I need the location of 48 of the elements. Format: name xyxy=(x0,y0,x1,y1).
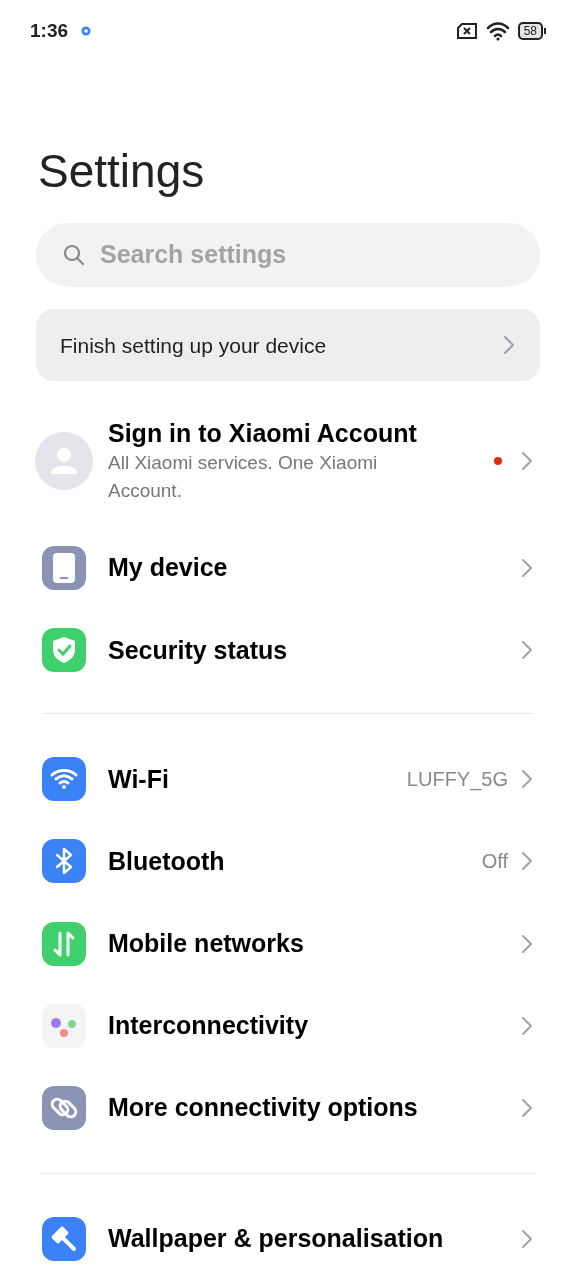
phone-icon xyxy=(42,546,86,591)
settings-item[interactable]: More connectivity options xyxy=(0,1066,576,1149)
shield-check-icon xyxy=(42,628,86,673)
wifi-icon xyxy=(42,757,86,802)
status-time: 1:36 xyxy=(30,19,69,44)
avatar-icon xyxy=(35,432,93,491)
item-label: My device xyxy=(108,552,229,584)
search-input[interactable]: Search settings xyxy=(100,236,514,274)
settings-item[interactable]: Security status xyxy=(0,609,576,692)
settings-item[interactable]: Mobile networks xyxy=(0,902,576,985)
item-label: Wi-Fi xyxy=(108,763,170,795)
data-arrows-icon xyxy=(42,921,86,966)
sim-icon xyxy=(455,22,478,41)
search-field[interactable]: Search settings xyxy=(36,222,540,288)
chevron-right-icon xyxy=(520,1096,534,1119)
settings-item[interactable]: Interconnectivity xyxy=(0,984,576,1067)
page-title: Settings xyxy=(37,143,206,199)
item-label: More connectivity options xyxy=(108,1092,419,1124)
link-icon xyxy=(42,1085,86,1130)
settings-item[interactable]: My device xyxy=(0,527,576,610)
item-label: Mobile networks xyxy=(108,927,305,959)
chevron-right-icon xyxy=(520,850,534,873)
item-value: Off xyxy=(481,849,508,875)
chevron-right-icon xyxy=(502,334,516,357)
settings-item[interactable]: Wallpaper & personalisation xyxy=(0,1197,576,1280)
bluetooth-icon xyxy=(42,839,86,884)
chevron-right-icon xyxy=(520,450,534,473)
dots-icon xyxy=(42,1003,86,1048)
item-label: Interconnectivity xyxy=(108,1009,310,1041)
chevron-right-icon xyxy=(520,1014,534,1037)
account-item[interactable]: Sign in to Xiaomi Account All Xiaomi services. One Xiaomi Account. xyxy=(0,409,576,514)
wifi-signal-icon xyxy=(485,21,510,42)
settings-item[interactable]: Bluetooth Off xyxy=(0,820,576,903)
chevron-right-icon xyxy=(520,932,534,955)
settings-item[interactable]: Wi-Fi LUFFY_5G xyxy=(0,738,576,821)
account-subtitle: All Xiaomi services. One Xiaomi Account. xyxy=(108,451,379,504)
item-label: Bluetooth xyxy=(108,845,226,877)
item-value: LUFFY_5G xyxy=(406,767,508,793)
item-label: Wallpaper & personalisation xyxy=(108,1223,445,1255)
battery-level: 58 xyxy=(517,22,543,41)
chevron-right-icon xyxy=(520,639,534,662)
chevron-right-icon xyxy=(520,1227,534,1250)
chevron-right-icon xyxy=(520,557,534,580)
setup-banner[interactable]: Finish setting up your device xyxy=(36,309,540,382)
search-icon xyxy=(62,242,86,267)
account-title: Sign in to Xiaomi Account xyxy=(108,418,418,450)
item-label: Security status xyxy=(108,634,289,666)
chevron-right-icon xyxy=(520,768,534,791)
